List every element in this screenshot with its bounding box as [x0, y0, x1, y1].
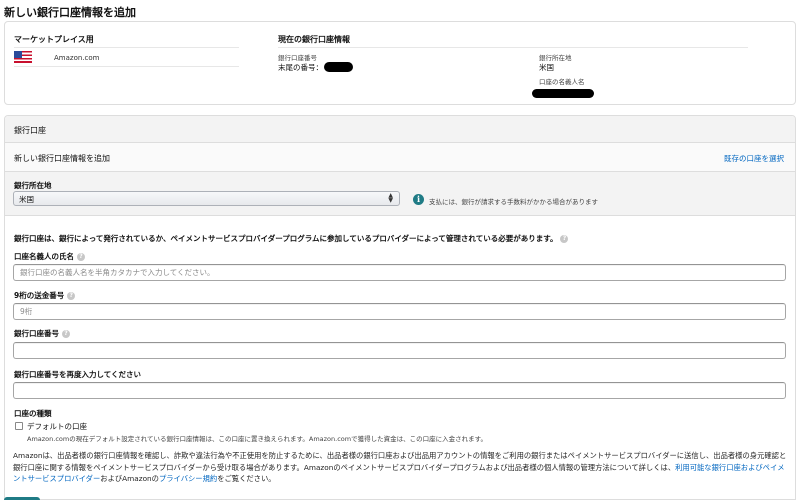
- help-icon[interactable]: ?: [560, 235, 569, 243]
- account-number-label: 銀行口座番号: [278, 54, 317, 62]
- account-number-field-label: 銀行口座番号?: [14, 328, 70, 339]
- privacy-disclaimer: Amazonは、出品者様の銀行口座情報を確認し、詐欺や違法行為や不正使用を防止す…: [13, 451, 787, 483]
- bank-location-label: 銀行所在地: [539, 54, 572, 62]
- bank-location-row: 銀行所在地 米国 ▲ ▼ i 支払には、銀行が請求する手数料がかかる場合があります: [5, 172, 795, 216]
- account-type-label: 口座の種類: [14, 409, 52, 418]
- marketplace-value: Amazon.com: [54, 54, 100, 62]
- routing-number-input[interactable]: [13, 303, 786, 320]
- account-number-value: 末尾の番号：: [278, 63, 323, 72]
- default-account-checkbox[interactable]: [15, 422, 23, 430]
- account-number-input[interactable]: [13, 342, 786, 359]
- default-account-checkbox-label[interactable]: デフォルトの口座: [27, 421, 87, 432]
- help-icon[interactable]: ?: [67, 292, 76, 300]
- account-number-confirm-input[interactable]: [13, 382, 786, 399]
- marketplace-heading: マーケットプレイス用: [14, 35, 94, 44]
- fee-info-text: 支払には、銀行が請求する手数料がかかる場合があります: [429, 198, 598, 206]
- add-account-title: 新しい銀行口座情報を追加: [14, 154, 110, 163]
- bank-location-select[interactable]: 米国 ▲ ▼: [13, 191, 400, 206]
- add-account-row: 新しい銀行口座情報を追加 既存の口座を選択: [5, 143, 795, 172]
- current-account-heading: 現在の銀行口座情報: [278, 35, 350, 44]
- section-header: 銀行口座: [5, 116, 795, 143]
- holder-name-input[interactable]: [13, 264, 786, 281]
- account-number-confirm-label: 銀行口座番号を再度入力してください: [14, 370, 142, 379]
- help-icon[interactable]: ?: [62, 330, 70, 338]
- divider: [278, 47, 748, 48]
- divider: [14, 47, 239, 48]
- info-icon: i: [413, 194, 424, 205]
- holder-name-label: 口座の名義人名: [539, 78, 585, 86]
- select-existing-account-link[interactable]: 既存の口座を選択: [724, 153, 784, 164]
- requirement-text: 銀行口座は、銀行によって発行されているか、ペイメントサービスプロバイダープログラ…: [14, 233, 569, 244]
- bank-account-section: 銀行口座 新しい銀行口座情報を追加 既存の口座を選択 銀行所在地 米国 ▲ ▼ i…: [4, 115, 796, 500]
- page-title: 新しい銀行口座情報を追加: [4, 6, 136, 19]
- routing-number-field-label: 9桁の送金番号?: [14, 290, 76, 301]
- redacted-account-digits: [324, 62, 353, 72]
- holder-name-field-label: 口座名義人の氏名?: [14, 251, 85, 262]
- divider: [14, 66, 239, 67]
- default-account-note: Amazon.comの現在デフォルト設定されている銀行口座情報は、この口座に置き…: [27, 435, 487, 443]
- select-arrows-icon: ▲ ▼: [388, 192, 393, 204]
- section-title: 銀行口座: [14, 126, 46, 135]
- bank-location-value: 米国: [539, 63, 554, 72]
- us-flag-icon: [14, 51, 32, 63]
- bank-location-label: 銀行所在地: [14, 181, 52, 190]
- current-account-summary: マーケットプレイス用 Amazon.com 現在の銀行口座情報 銀行口座番号 末…: [4, 21, 796, 105]
- privacy-policy-link[interactable]: プライバシー規約: [159, 474, 217, 483]
- bank-location-selected: 米国: [19, 195, 34, 204]
- help-icon[interactable]: ?: [77, 253, 85, 261]
- redacted-holder-name: [532, 89, 594, 98]
